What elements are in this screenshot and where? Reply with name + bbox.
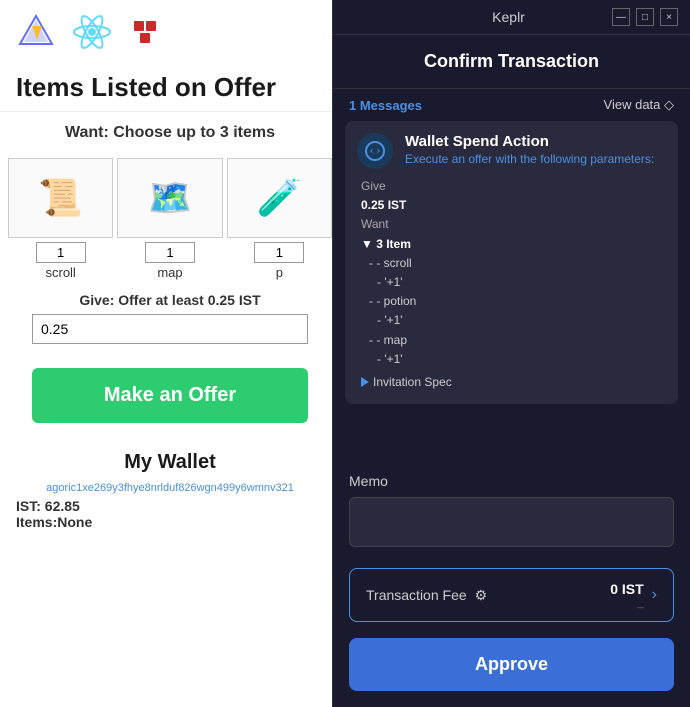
wallet-address: agoric1xe269y3fhye8nrlduf826wgn499y6wmnv… bbox=[16, 482, 324, 494]
keplr-titlebar: Keplr — □ × bbox=[333, 0, 690, 35]
memo-label: Memo bbox=[349, 473, 674, 489]
memo-section: Memo bbox=[333, 457, 690, 568]
potion-icon: 🧪 bbox=[257, 177, 302, 219]
message-card: Wallet Spend Action Execute an offer wit… bbox=[345, 121, 678, 404]
scroll-qty-cell: scroll bbox=[8, 242, 113, 280]
vite-logo-icon bbox=[16, 12, 56, 52]
fee-label: Transaction Fee bbox=[366, 587, 467, 603]
message-body: Give 0.25 IST Want ▼ 3 Item - - scroll -… bbox=[357, 177, 666, 392]
keplr-header: Confirm Transaction bbox=[333, 35, 690, 89]
give-field-label: Give bbox=[361, 177, 666, 196]
give-label: Give: Offer at least 0.25 IST bbox=[16, 292, 324, 308]
keplr-window-title: Keplr bbox=[405, 9, 612, 25]
fee-left: Transaction Fee ⚙ bbox=[366, 587, 487, 604]
wallet-spend-icon bbox=[357, 133, 393, 169]
fee-arrow-icon: › bbox=[652, 586, 657, 604]
item-qty-row: scroll map p bbox=[0, 238, 340, 280]
items-grid: 📜 🗺️ 🧪 bbox=[0, 158, 340, 238]
item-cell-map[interactable]: 🗺️ bbox=[117, 158, 222, 238]
fee-amount: 0 IST _ bbox=[610, 581, 643, 609]
invitation-triangle-icon bbox=[361, 377, 369, 387]
potion-name: p bbox=[276, 265, 283, 280]
view-data-link[interactable]: View data ◇ bbox=[604, 97, 674, 113]
item-map-qty: - '+1' bbox=[361, 350, 666, 369]
web-app: Items Listed on Offer Want: Choose up to… bbox=[0, 0, 340, 707]
map-qty-input[interactable] bbox=[145, 242, 195, 263]
item-map-line: - - map bbox=[361, 331, 666, 350]
scroll-name: scroll bbox=[45, 265, 75, 280]
close-button[interactable]: × bbox=[660, 8, 678, 26]
map-qty-cell: map bbox=[117, 242, 222, 280]
potion-qty-cell: p bbox=[227, 242, 332, 280]
scroll-icon: 📜 bbox=[38, 177, 83, 219]
want-items-label: ▼ 3 Item bbox=[361, 235, 666, 254]
messages-bar: 1 Messages View data ◇ bbox=[333, 89, 690, 121]
want-field-label: Want bbox=[361, 215, 666, 234]
maximize-button[interactable]: □ bbox=[636, 8, 654, 26]
scroll-qty-input[interactable] bbox=[36, 242, 86, 263]
fee-main-value: 0 IST bbox=[610, 581, 643, 597]
fee-sub-value: _ bbox=[610, 597, 643, 609]
item-potion-line: - - potion bbox=[361, 292, 666, 311]
messages-count: 1 Messages bbox=[349, 98, 422, 113]
want-section: Want: Choose up to 3 items bbox=[0, 112, 340, 158]
fee-right: 0 IST _ › bbox=[610, 581, 657, 609]
react-logo-icon bbox=[72, 12, 112, 52]
map-icon: 🗺️ bbox=[148, 177, 193, 219]
fee-section[interactable]: Transaction Fee ⚙ 0 IST _ › bbox=[349, 568, 674, 622]
wallet-items: Items:None bbox=[16, 514, 324, 530]
item-potion-qty: - '+1' bbox=[361, 311, 666, 330]
want-label: Want: Choose up to 3 items bbox=[16, 124, 324, 142]
gear-icon: ⚙ bbox=[475, 587, 488, 604]
map-name: map bbox=[157, 265, 182, 280]
toolbar bbox=[0, 0, 340, 64]
message-info: Wallet Spend Action Execute an offer wit… bbox=[405, 133, 654, 166]
keplr-popup: Keplr — □ × Confirm Transaction 1 Messag… bbox=[332, 0, 690, 707]
message-title: Wallet Spend Action bbox=[405, 133, 654, 150]
give-field-value: 0.25 IST bbox=[361, 196, 666, 215]
item-cell-scroll[interactable]: 📜 bbox=[8, 158, 113, 238]
memo-input[interactable] bbox=[349, 497, 674, 547]
potion-qty-input[interactable] bbox=[254, 242, 304, 263]
minimize-button[interactable]: — bbox=[612, 8, 630, 26]
approve-button[interactable]: Approve bbox=[349, 638, 674, 691]
make-offer-button[interactable]: Make an Offer bbox=[32, 368, 308, 423]
invitation-label: Invitation Spec bbox=[373, 373, 452, 392]
page-title: Items Listed on Offer bbox=[0, 64, 340, 112]
invitation-row: Invitation Spec bbox=[361, 373, 666, 392]
give-section: Give: Offer at least 0.25 IST bbox=[0, 280, 340, 352]
wallet-title: My Wallet bbox=[16, 451, 324, 474]
wallet-ist: IST: 62.85 bbox=[16, 498, 324, 514]
message-subtitle: Execute an offer with the following para… bbox=[405, 152, 654, 166]
redux-logo-icon bbox=[128, 15, 162, 49]
item-scroll-line: - - scroll bbox=[361, 254, 666, 273]
item-cell-potion[interactable]: 🧪 bbox=[227, 158, 332, 238]
wallet-section: My Wallet agoric1xe269y3fhye8nrlduf826wg… bbox=[0, 439, 340, 542]
keplr-window-controls: — □ × bbox=[612, 8, 678, 26]
spend-icon-svg bbox=[364, 140, 386, 162]
give-amount-input[interactable] bbox=[32, 314, 308, 344]
message-header: Wallet Spend Action Execute an offer wit… bbox=[357, 133, 666, 169]
item-scroll-qty: - '+1' bbox=[361, 273, 666, 292]
